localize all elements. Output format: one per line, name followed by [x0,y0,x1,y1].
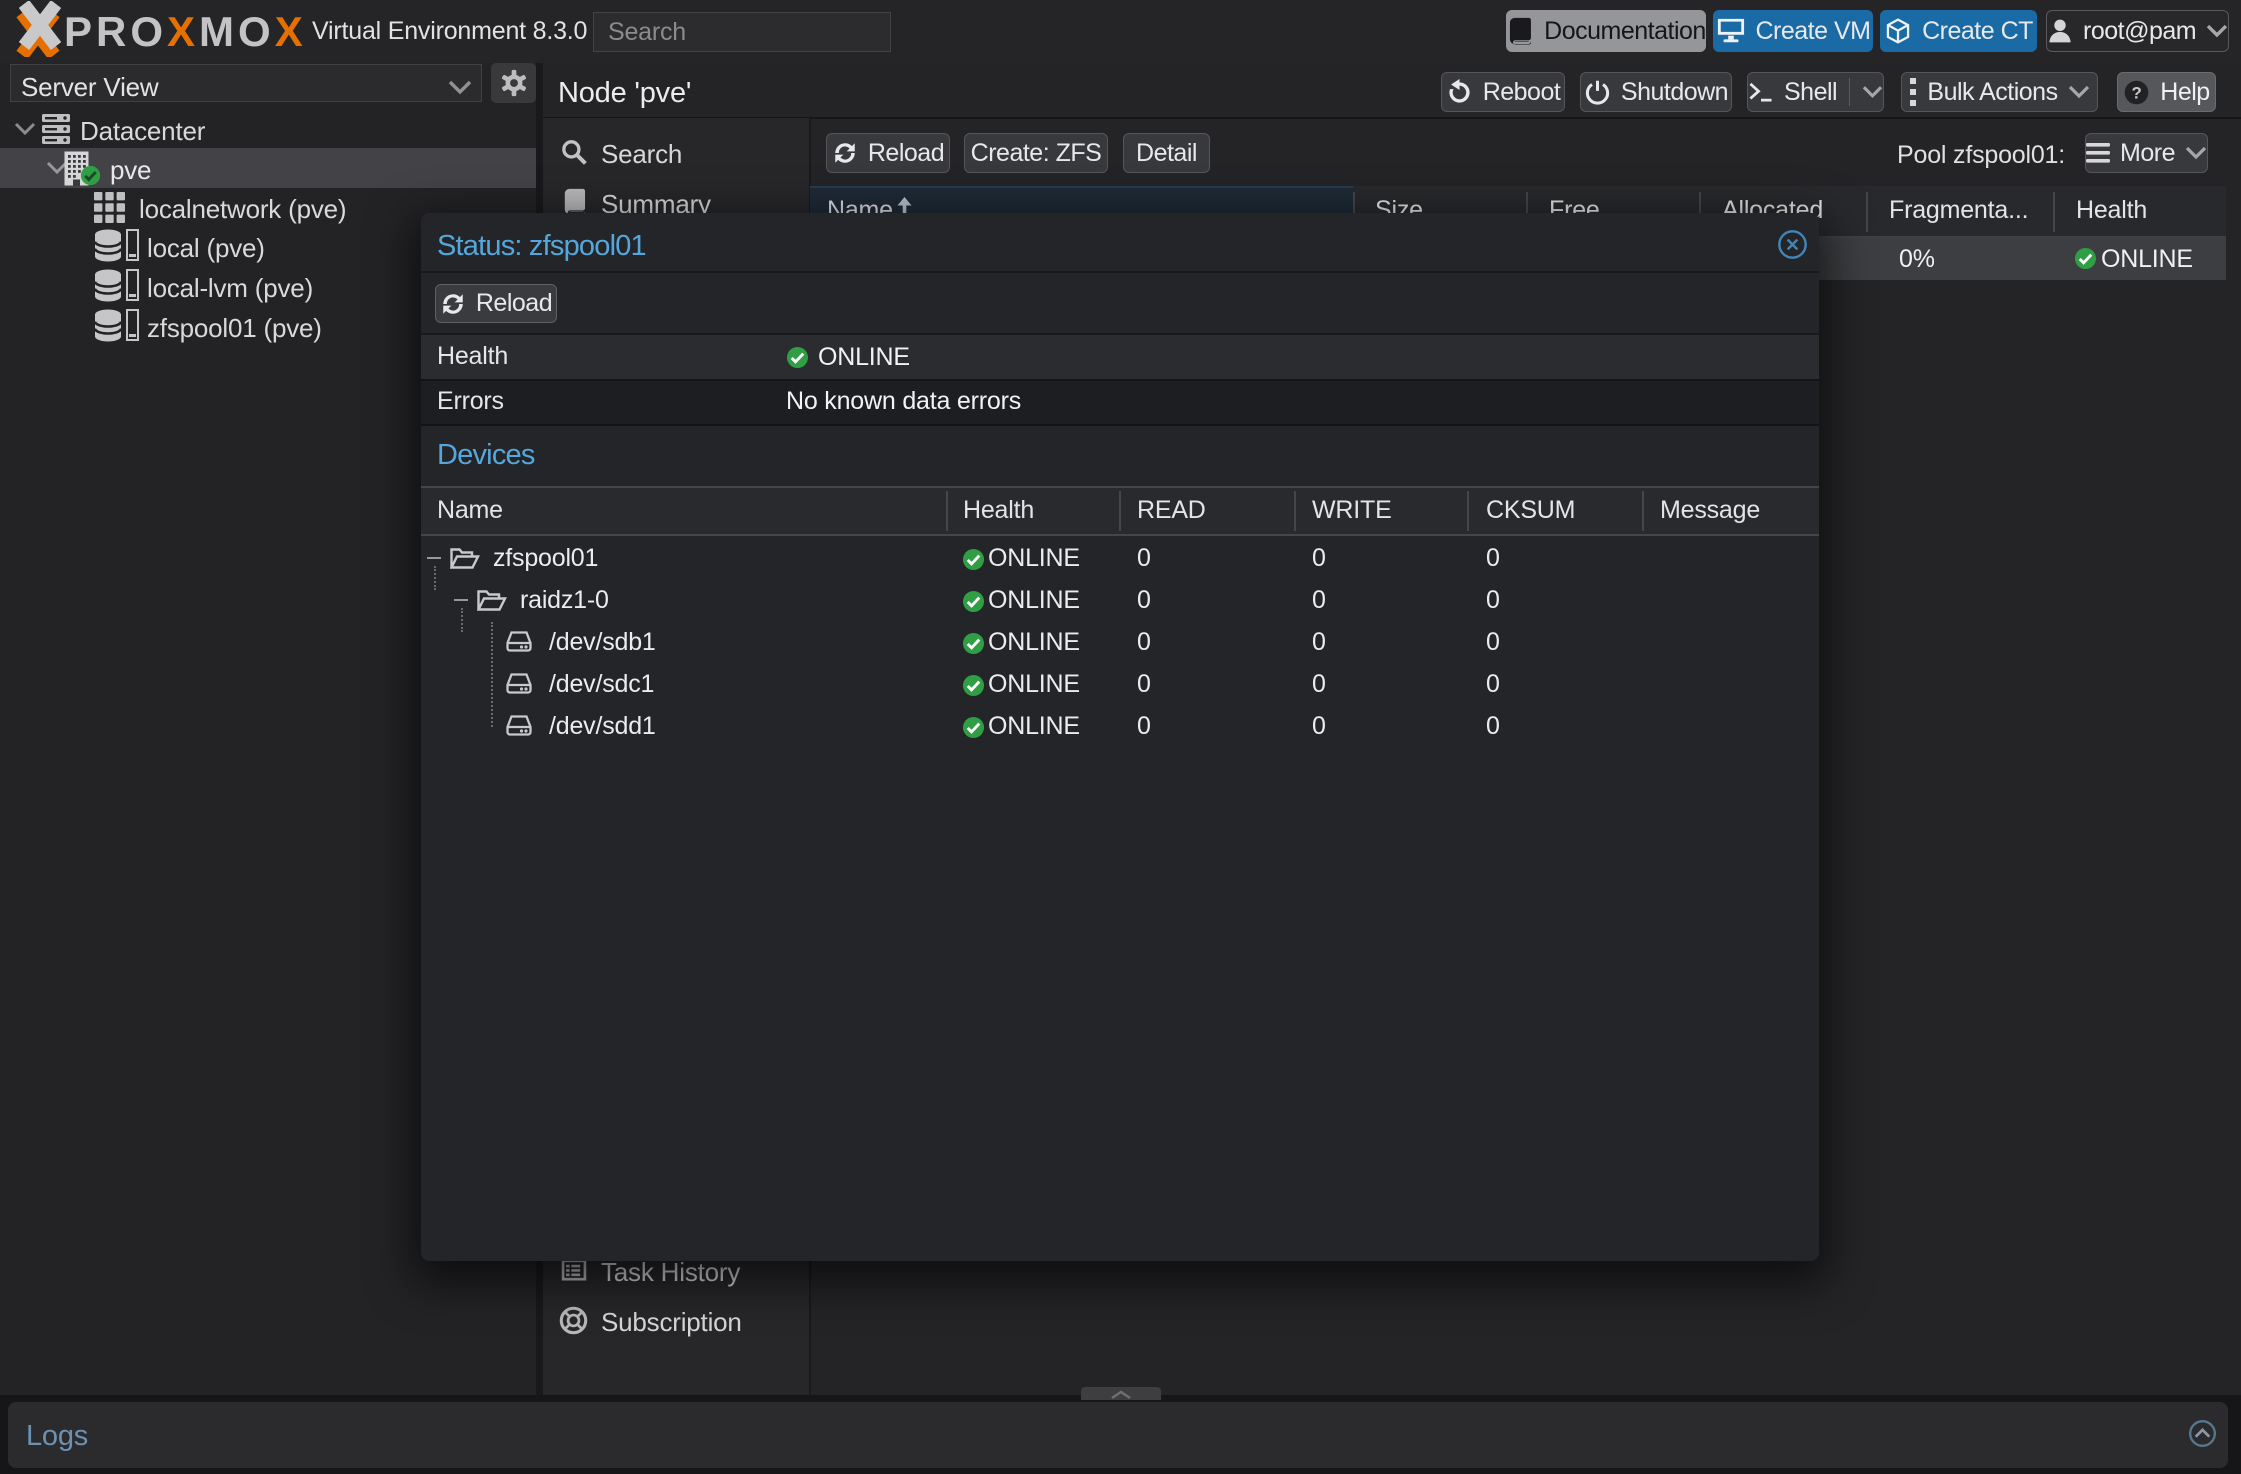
svg-text:?: ? [2132,83,2142,102]
